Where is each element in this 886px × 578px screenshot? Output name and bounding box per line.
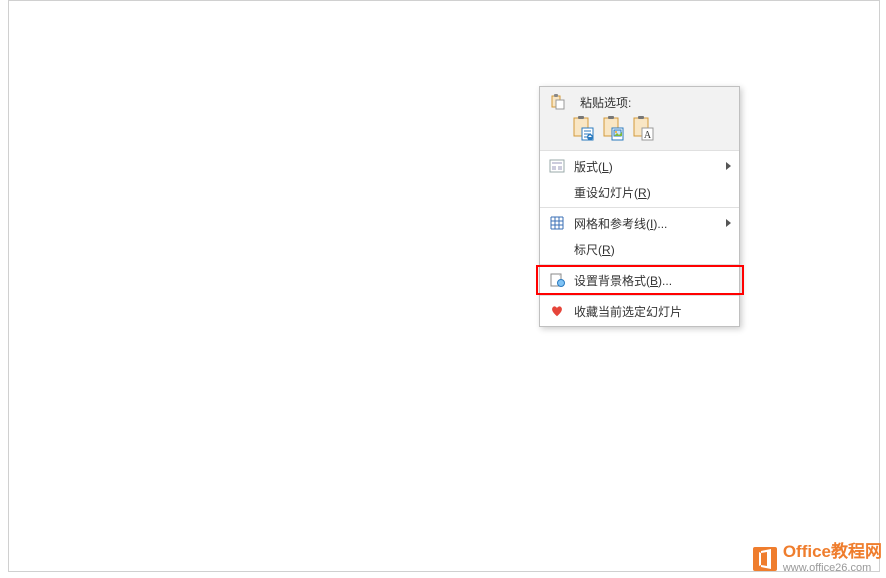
watermark-title: Office教程网 bbox=[783, 543, 882, 562]
watermark: Office教程网 www.office26.com bbox=[751, 543, 882, 574]
divider bbox=[540, 207, 739, 208]
layout-label: 版式(L) bbox=[574, 158, 726, 175]
empty-icon bbox=[548, 183, 566, 201]
chevron-right-icon bbox=[726, 162, 731, 170]
format-background-icon bbox=[548, 271, 566, 289]
paste-options-header: 粘贴选项: bbox=[540, 87, 739, 151]
menu-item-layout[interactable]: 版式(L) bbox=[540, 153, 739, 179]
reset-slide-label: 重设幻灯片(R) bbox=[574, 184, 731, 201]
chevron-right-icon bbox=[726, 219, 731, 227]
grid-icon bbox=[548, 214, 566, 232]
slide-canvas[interactable] bbox=[8, 0, 880, 572]
paste-icon bbox=[548, 93, 566, 111]
heart-icon bbox=[548, 302, 566, 320]
paste-options-icons: A bbox=[548, 111, 731, 148]
favorite-slide-label: 收藏当前选定幻灯片 bbox=[574, 303, 731, 320]
ruler-label: 标尺(R) bbox=[574, 241, 731, 258]
paste-picture-icon[interactable] bbox=[602, 115, 624, 144]
menu-item-format-background[interactable]: 设置背景格式(B)... bbox=[540, 267, 739, 293]
svg-text:A: A bbox=[644, 130, 652, 141]
divider bbox=[540, 264, 739, 265]
paste-keep-source-icon[interactable] bbox=[572, 115, 594, 144]
menu-item-ruler[interactable]: 标尺(R) bbox=[540, 236, 739, 262]
grid-guides-label: 网格和参考线(I)... bbox=[574, 215, 726, 232]
context-menu: 粘贴选项: bbox=[539, 86, 740, 327]
menu-item-grid-guides[interactable]: 网格和参考线(I)... bbox=[540, 210, 739, 236]
menu-item-reset-slide[interactable]: 重设幻灯片(R) bbox=[540, 179, 739, 205]
divider bbox=[540, 295, 739, 296]
watermark-url: www.office26.com bbox=[783, 562, 882, 574]
format-background-label: 设置背景格式(B)... bbox=[574, 272, 731, 289]
empty-icon bbox=[548, 240, 566, 258]
layout-icon bbox=[548, 157, 566, 175]
paste-options-label: 粘贴选项: bbox=[580, 94, 631, 111]
paste-text-icon[interactable]: A bbox=[632, 115, 654, 144]
menu-item-favorite-slide[interactable]: 收藏当前选定幻灯片 bbox=[540, 298, 739, 324]
office-logo-icon bbox=[751, 545, 779, 573]
